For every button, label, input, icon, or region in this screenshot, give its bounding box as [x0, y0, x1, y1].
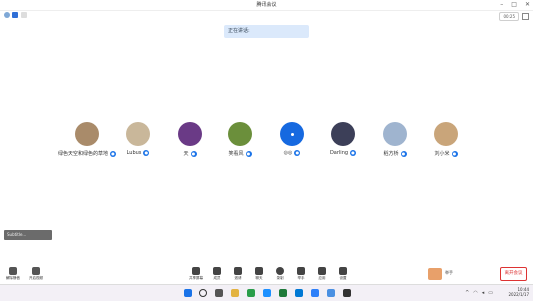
avatar — [280, 122, 304, 146]
video-button[interactable]: 开启视频 — [26, 267, 46, 281]
maximize-icon[interactable]: □ — [511, 1, 517, 8]
meeting-toolbar: 解除静音 开启视频 共享屏幕 成员 邀请 聊天 录制 举手 应用 设置 — [0, 264, 533, 284]
mic-icon — [9, 267, 17, 275]
avatar — [75, 122, 99, 146]
meeting-top-row: 00:25 — [0, 10, 533, 22]
signal-icon[interactable] — [21, 12, 27, 18]
participant-name: Lubus — [126, 150, 142, 156]
mic-muted-icon: ● — [143, 150, 150, 156]
chat-icon — [255, 267, 263, 275]
chat-label: 聊天 — [255, 276, 263, 280]
invite-label: 邀请 — [234, 276, 242, 280]
mail-icon[interactable] — [295, 289, 303, 297]
hand-button[interactable]: 举手 — [293, 267, 309, 281]
hand-icon — [297, 267, 305, 275]
participant-name: 绿色天空和绿色的草地 — [57, 151, 108, 157]
participant-grid: 绿色天空和绿色的草地 ● Lubus ● 天 ● 笑看风 ● ◎◎ ● Darling ● … — [0, 122, 533, 162]
volume-icon[interactable]: ◂ — [482, 290, 485, 296]
system-tray: ^ ◠ ◂ ▭ — [465, 290, 493, 296]
raise-hand-label: 举手 — [445, 270, 453, 275]
participant-tile[interactable]: Lubus ● — [108, 122, 168, 156]
fullscreen-icon[interactable] — [522, 13, 529, 20]
edge-icon[interactable] — [263, 289, 271, 297]
apps-icon — [318, 267, 326, 275]
speaking-indicator: 正在讲话: — [224, 25, 309, 38]
mic-muted-icon: ● — [451, 150, 458, 157]
video-label: 开启视频 — [29, 276, 43, 280]
settings-icon — [339, 267, 347, 275]
avatar — [434, 122, 458, 146]
search-icon[interactable] — [199, 289, 207, 297]
chevron-up-icon[interactable]: ^ — [465, 290, 469, 296]
settings-label: 设置 — [339, 276, 347, 280]
share-screen-icon — [192, 267, 200, 275]
share-screen-button[interactable]: 共享屏幕 — [188, 267, 204, 281]
chrome-icon[interactable] — [247, 289, 255, 297]
participant-name: 刘小米 — [434, 151, 450, 157]
participant-tile[interactable]: 刘小米 ● — [416, 122, 476, 157]
participant-name: Darling — [329, 150, 349, 156]
subtitle-panel-tab[interactable]: Subtitle... — [4, 230, 52, 240]
participant-tile[interactable]: 笑看风 ● — [210, 122, 270, 157]
members-icon — [213, 267, 221, 275]
avatar — [331, 122, 355, 146]
clock-date: 2022/1/17 — [508, 292, 529, 297]
participant-name: 笑看风 — [228, 151, 244, 157]
apps-button[interactable]: 应用 — [314, 267, 330, 281]
camera-icon — [32, 267, 40, 275]
invite-button[interactable]: 邀请 — [230, 267, 246, 281]
leave-meeting-button[interactable]: 离开会议 — [500, 267, 527, 281]
participant-name: 稻方桥 — [383, 151, 399, 157]
participant-name: 天 — [183, 151, 189, 157]
participant-name: ◎◎ — [283, 150, 293, 156]
wifi-icon[interactable]: ◠ — [473, 290, 477, 296]
avatar — [228, 122, 252, 146]
task-view-icon[interactable] — [215, 289, 223, 297]
window-title: 腾讯会议 — [256, 2, 277, 8]
window-controls: – □ ✕ — [500, 1, 530, 8]
avatar — [383, 122, 407, 146]
folder-icon[interactable] — [231, 289, 239, 297]
record-icon — [276, 267, 284, 275]
app-icon[interactable] — [343, 289, 351, 297]
mic-muted-icon: ● — [400, 150, 407, 157]
avatar — [126, 122, 150, 146]
excel-icon[interactable] — [279, 289, 287, 297]
members-label: 成员 — [213, 276, 221, 280]
app-icon[interactable] — [327, 289, 335, 297]
record-button[interactable]: 录制 — [272, 267, 288, 281]
mic-muted-icon: ● — [294, 150, 301, 156]
info-icon[interactable] — [4, 12, 10, 18]
clock[interactable]: 10:44 2022/1/17 — [508, 287, 529, 297]
start-icon[interactable] — [184, 289, 192, 297]
meeting-app-icon[interactable] — [311, 289, 319, 297]
apps-label: 应用 — [318, 276, 326, 280]
settings-button[interactable]: 设置 — [335, 267, 351, 281]
mic-muted-icon: ● — [190, 150, 197, 157]
mic-button[interactable]: 解除静音 — [3, 267, 23, 281]
share-label: 共享屏幕 — [189, 276, 203, 280]
invite-icon — [234, 267, 242, 275]
minimize-icon[interactable]: – — [500, 1, 503, 8]
meeting-timer: 00:25 — [499, 12, 519, 21]
battery-icon[interactable]: ▭ — [488, 290, 493, 296]
shield-icon[interactable] — [12, 12, 18, 18]
hand-label: 举手 — [297, 276, 305, 280]
members-button[interactable]: 成员 — [209, 267, 225, 281]
mic-label: 解除静音 — [6, 276, 20, 280]
close-icon[interactable]: ✕ — [525, 1, 530, 8]
record-label: 录制 — [276, 276, 284, 280]
participant-tile[interactable]: Darling ● — [313, 122, 373, 156]
chat-button[interactable]: 聊天 — [251, 267, 267, 281]
taskbar: ^ ◠ ◂ ▭ 10:44 2022/1/17 — [0, 284, 533, 301]
mic-muted-icon: ● — [350, 150, 357, 156]
mic-muted-icon: ● — [245, 150, 252, 157]
avatar — [178, 122, 202, 146]
raise-hand-icon[interactable] — [428, 268, 442, 280]
